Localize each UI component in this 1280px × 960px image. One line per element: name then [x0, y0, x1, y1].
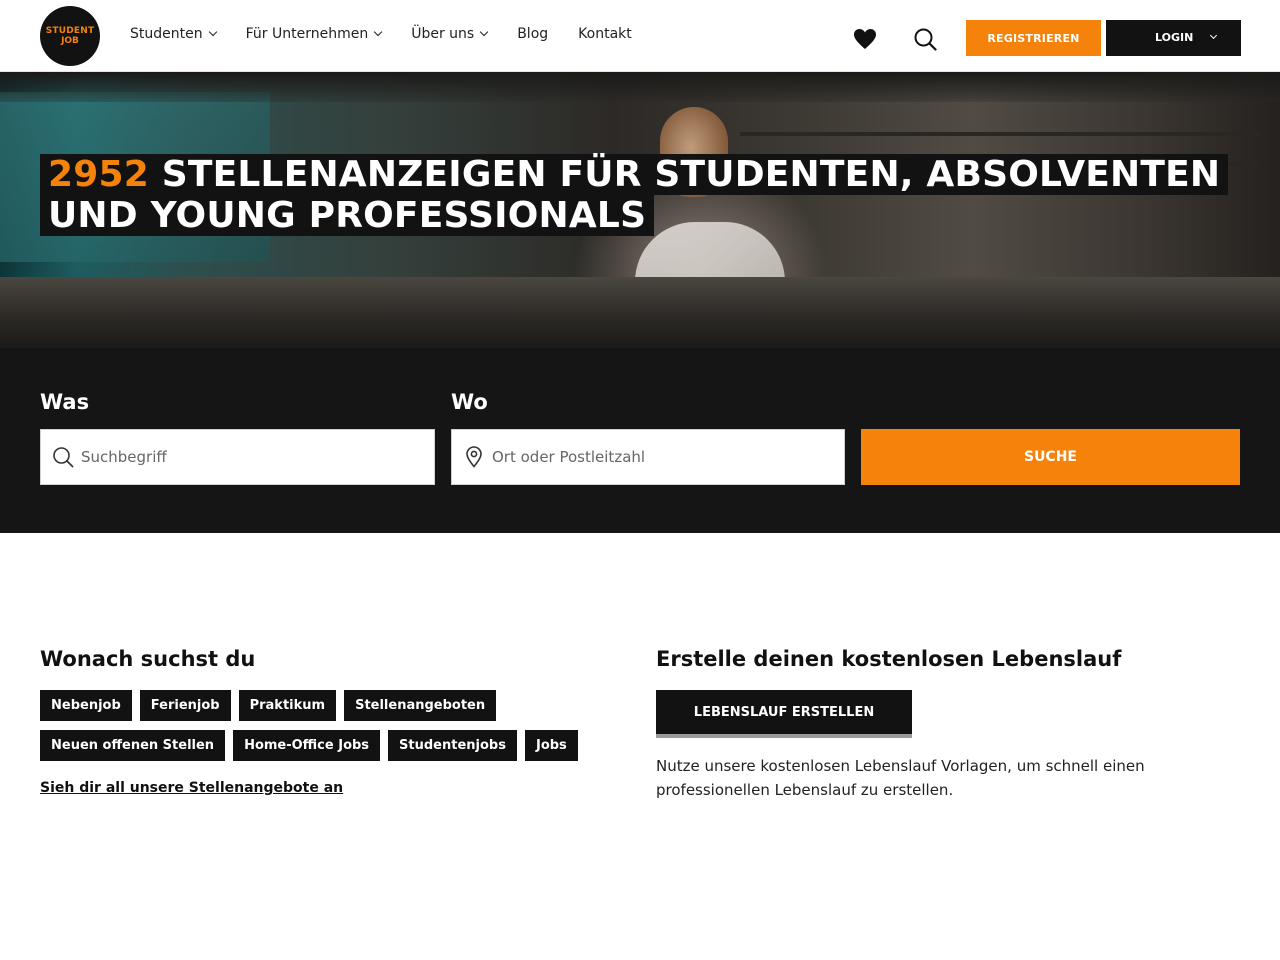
tag-ferienjob[interactable]: Ferienjob: [139, 690, 231, 721]
nav-label: Für Unternehmen: [245, 26, 369, 42]
search-icon[interactable]: [913, 27, 937, 51]
search-submit-button[interactable]: SUCHE: [861, 429, 1240, 485]
nav-label: Blog: [517, 26, 549, 42]
tag-home-office-jobs[interactable]: Home-Office Jobs: [233, 730, 381, 761]
chevron-down-icon: [208, 27, 217, 37]
tag-neuen-offenen-stellen[interactable]: Neuen offenen Stellen: [40, 730, 226, 761]
location-pin-icon: [466, 446, 482, 468]
heart-icon[interactable]: [853, 28, 877, 50]
nav-item-kontakt[interactable]: Kontakt: [578, 26, 632, 42]
all-jobs-link[interactable]: Sieh dir all unsere Stellenangebote an: [40, 780, 343, 796]
nav-item-blog[interactable]: Blog: [517, 26, 548, 42]
location-input[interactable]: [492, 430, 834, 484]
headline-text: STELLENANZEIGEN FÜR STUDENTEN, ABSOLVENT…: [161, 154, 1221, 195]
login-label: LOGIN: [1155, 31, 1194, 44]
nav-label: Studenten: [130, 26, 203, 42]
site-header: STUDENT JOB Studenten Für Unternehmen Üb…: [0, 0, 1280, 72]
chevron-down-icon: [1209, 31, 1218, 40]
tag-studentenjobs[interactable]: Studentenjobs: [388, 730, 517, 761]
hero-background-counter: [0, 277, 1280, 348]
studentjob-logo[interactable]: STUDENT JOB: [40, 6, 100, 66]
nav-item-fuer-unternehmen[interactable]: Für Unternehmen: [245, 26, 383, 42]
main-nav: Studenten Für Unternehmen Über uns Blog …: [130, 26, 662, 42]
headline-line-1: 2952 STELLENANZEIGEN FÜR STUDENTEN, ABSO…: [40, 154, 1229, 195]
hero-headline: 2952 STELLENANZEIGEN FÜR STUDENTEN, ABSO…: [40, 154, 1229, 236]
cv-title: Erstelle deinen kostenlosen Lebenslauf: [656, 647, 1122, 671]
nav-item-studenten[interactable]: Studenten: [130, 26, 217, 42]
what-label: Was: [40, 390, 90, 414]
tag-row: Nebenjob Ferienjob Praktikum Stellenange…: [40, 690, 600, 721]
categories-title: Wonach suchst du: [40, 647, 256, 671]
search-icon: [53, 447, 74, 468]
hero-banner: 2952 STELLENANZEIGEN FÜR STUDENTEN, ABSO…: [0, 72, 1280, 348]
category-tags: Nebenjob Ferienjob Praktikum Stellenange…: [40, 690, 600, 770]
cv-description: Nutze unsere kostenlosen Lebenslauf Vorl…: [656, 757, 1145, 799]
tag-row: Neuen offenen Stellen Home-Office Jobs S…: [40, 730, 600, 761]
hero-background-shelf: [740, 132, 1260, 136]
where-label: Wo: [451, 390, 488, 414]
create-cv-button[interactable]: LEBENSLAUF ERSTELLEN: [656, 690, 912, 738]
login-button[interactable]: LOGIN: [1106, 20, 1241, 56]
search-band: Was Wo SUCHE: [0, 348, 1280, 533]
search-input[interactable]: [81, 430, 424, 484]
hero-background-ceiling: [0, 72, 1280, 102]
chevron-down-icon: [373, 27, 383, 37]
register-button[interactable]: REGISTRIEREN: [966, 20, 1101, 56]
tag-jobs[interactable]: Jobs: [524, 730, 578, 761]
nav-item-ueber-uns[interactable]: Über uns: [411, 26, 489, 42]
nav-label: Kontakt: [578, 26, 632, 42]
what-field[interactable]: [40, 429, 435, 485]
where-field[interactable]: [451, 429, 845, 485]
tag-praktikum[interactable]: Praktikum: [238, 690, 337, 721]
headline-line-2: UND YOUNG PROFESSIONALS: [40, 195, 655, 236]
tag-nebenjob[interactable]: Nebenjob: [40, 690, 132, 721]
job-count: 2952: [48, 154, 149, 195]
nav-label: Über uns: [411, 26, 475, 42]
chevron-down-icon: [479, 27, 489, 37]
tag-stellenangeboten[interactable]: Stellenangeboten: [344, 690, 497, 721]
